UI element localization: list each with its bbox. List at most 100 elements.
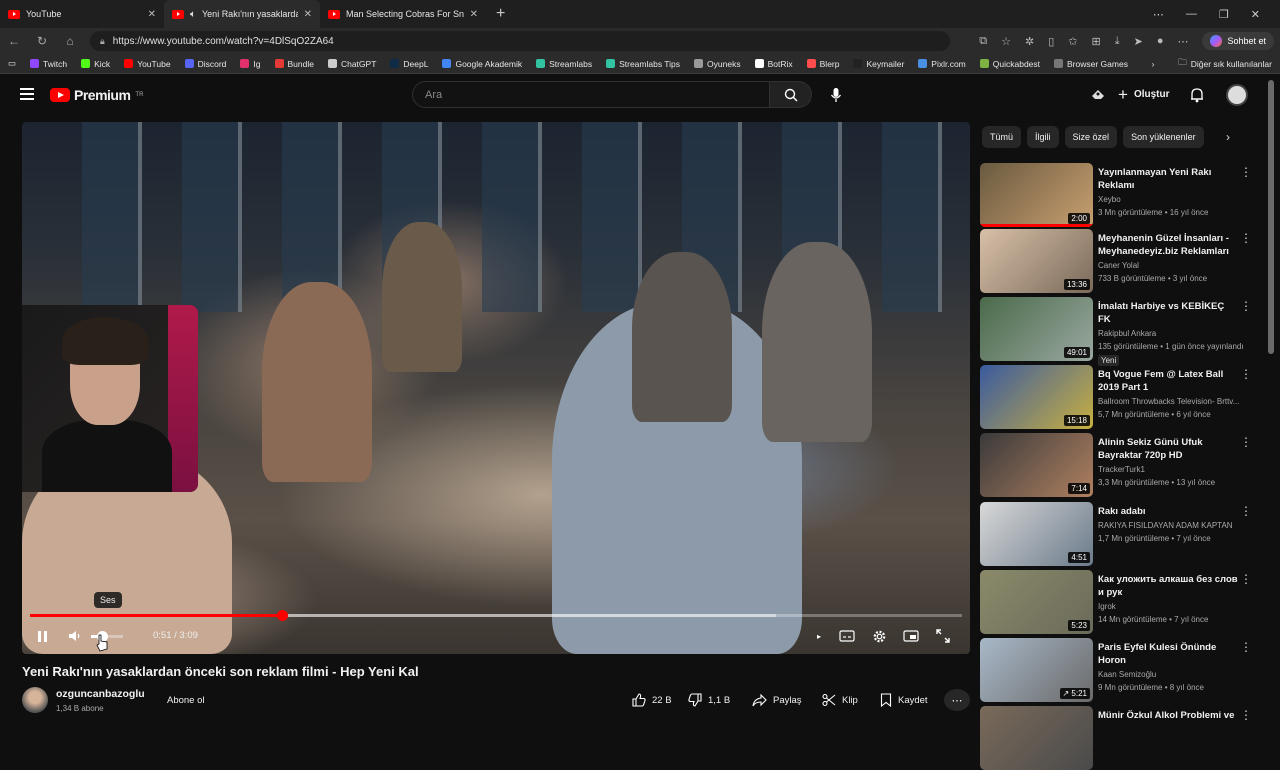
video-thumbnail[interactable] bbox=[980, 706, 1093, 770]
recommended-channel[interactable]: Xeybo bbox=[1098, 195, 1121, 204]
bookmark-botrix[interactable]: BotRix bbox=[754, 59, 793, 69]
notifications-button[interactable] bbox=[1190, 87, 1204, 108]
recommended-video-title[interactable]: Как уложить алкаша без слов и рук bbox=[1098, 573, 1238, 599]
chip-0[interactable]: Tümü bbox=[982, 126, 1022, 148]
recommended-video[interactable]: ↗ 5:21 Paris Eyfel Kulesi Önünde Horon Kaa… bbox=[980, 638, 1258, 702]
bookmark-google-akademik[interactable]: Google Akademik bbox=[442, 59, 522, 69]
recommended-video[interactable]: Münir Özkul Alkol Problemi ve ⋮ bbox=[980, 706, 1258, 770]
fullscreen-button[interactable] bbox=[934, 627, 952, 645]
url-field[interactable]: 🔒︎ https://www.youtube.com/watch?v=4DlSq… bbox=[90, 31, 950, 51]
bookmark-bundle[interactable]: Bundle bbox=[274, 59, 314, 69]
search-button[interactable] bbox=[770, 81, 812, 108]
bookmark-youtube[interactable]: YouTube bbox=[124, 59, 171, 69]
share-browser-icon[interactable]: ➤ bbox=[1134, 35, 1143, 48]
clip-button[interactable]: Klip bbox=[822, 689, 858, 711]
favorite-star-icon[interactable]: ☆ bbox=[1001, 35, 1011, 48]
bookmark-blerp[interactable]: Blerp bbox=[806, 59, 839, 69]
vertical-more-icon[interactable]: ⋮ bbox=[1240, 231, 1252, 245]
bookmark-streamlabs-tips[interactable]: Streamlabs Tips bbox=[606, 59, 680, 69]
close-window-icon[interactable]: ✕ bbox=[1251, 8, 1260, 21]
copilot-button[interactable]: Sohbet et bbox=[1202, 32, 1274, 50]
extension-icon[interactable]: ✲ bbox=[1025, 35, 1034, 48]
favorites-icon[interactable]: ✩ bbox=[1068, 35, 1077, 48]
bookmarks-overflow-icon[interactable]: › bbox=[1152, 59, 1155, 69]
close-tab-icon[interactable]: ✕ bbox=[470, 9, 478, 20]
bookmark-pixlr-com[interactable]: Pixlr.com bbox=[918, 59, 966, 69]
bookmark-discord[interactable]: Discord bbox=[184, 59, 226, 69]
recommended-channel[interactable]: Rakipbul Ankara bbox=[1098, 329, 1156, 338]
search-input[interactable]: Ara bbox=[412, 81, 770, 108]
sidebar-toggle-icon[interactable]: ▭ bbox=[8, 58, 16, 69]
video-thumbnail[interactable]: 49:01 bbox=[980, 297, 1093, 361]
progress-scrubber-handle[interactable] bbox=[276, 610, 288, 621]
video-thumbnail[interactable]: 13:36 bbox=[980, 229, 1093, 293]
subtitles-button[interactable] bbox=[838, 627, 856, 645]
recommended-video[interactable]: 15:18 Bq Vogue Fem @ Latex Ball 2019 Part… bbox=[980, 365, 1258, 429]
bookmark-chatgpt[interactable]: ChatGPT bbox=[327, 59, 376, 69]
vertical-more-icon[interactable]: ⋮ bbox=[1240, 367, 1252, 381]
speaker-icon[interactable]: 🔈︎ bbox=[190, 9, 196, 20]
bookmark-browser-games[interactable]: Browser Games bbox=[1054, 59, 1128, 69]
home-icon[interactable]: ⌂ bbox=[62, 34, 78, 48]
vertical-more-icon[interactable]: ⋮ bbox=[1240, 572, 1252, 586]
close-tab-icon[interactable]: ✕ bbox=[304, 9, 312, 20]
bookmark-oyuneks[interactable]: Oyuneks bbox=[694, 59, 741, 69]
recommended-channel[interactable]: Ballroom Throwbacks Television- Brttv... bbox=[1098, 397, 1239, 406]
share-button[interactable]: Paylaş bbox=[752, 689, 802, 711]
recommended-channel[interactable]: RAKIYA FISILDAYAN ADAM KAPTAN bbox=[1098, 521, 1233, 530]
recommended-video-title[interactable]: İmalatı Harbiye vs KEBİKEÇ FK bbox=[1098, 300, 1238, 326]
video-thumbnail[interactable]: 7:14 bbox=[980, 433, 1093, 497]
recommended-video-title[interactable]: Yayınlanmayan Yeni Rakı Reklamı bbox=[1098, 166, 1238, 192]
settings-button[interactable] bbox=[870, 627, 888, 645]
recommended-channel[interactable]: Kaan Semizoğlu bbox=[1098, 670, 1156, 679]
close-tab-icon[interactable]: ✕ bbox=[148, 9, 156, 20]
page-scrollbar[interactable] bbox=[1268, 80, 1274, 354]
refresh-icon[interactable]: ↻ bbox=[34, 34, 50, 48]
recommended-channel[interactable]: Caner Yolal bbox=[1098, 261, 1139, 270]
settings-more-icon[interactable]: ⋯ bbox=[1177, 35, 1188, 48]
youtube-logo[interactable]: Premium TR bbox=[50, 87, 143, 103]
recommended-video[interactable]: 13:36 Meyhanenin Güzel İnsanları - Meyhan… bbox=[980, 229, 1258, 293]
theater-mode-button[interactable] bbox=[902, 627, 920, 645]
bookmark-quickabdest[interactable]: Quickabdest bbox=[979, 59, 1040, 69]
read-aloud-icon[interactable]: ⧉ bbox=[979, 35, 987, 48]
pause-button[interactable] bbox=[34, 627, 50, 645]
video-thumbnail[interactable]: 5:23 bbox=[980, 570, 1093, 634]
user-avatar[interactable] bbox=[1226, 84, 1248, 106]
recommended-video-title[interactable]: Alinin Sekiz Günü Ufuk Bayraktar 720p HD bbox=[1098, 436, 1238, 462]
vertical-more-icon[interactable]: ⋮ bbox=[1240, 299, 1252, 313]
recommended-video-title[interactable]: Paris Eyfel Kulesi Önünde Horon bbox=[1098, 641, 1238, 667]
collections-icon[interactable]: ⊞ bbox=[1092, 35, 1101, 48]
minimize-icon[interactable]: — bbox=[1186, 8, 1197, 21]
chip-1[interactable]: İlgili bbox=[1027, 126, 1059, 148]
video-thumbnail[interactable]: ↗ 5:21 bbox=[980, 638, 1093, 702]
recommended-video-title[interactable]: Meyhanenin Güzel İnsanları - Meyhanedeyi… bbox=[1098, 232, 1238, 258]
cast-icon[interactable] bbox=[1090, 87, 1106, 103]
chip-2[interactable]: Size özel bbox=[1064, 126, 1118, 148]
browser-tab-current-video[interactable]: 🔈︎ Yeni Rakı'nın yasaklardan önceki ✕ bbox=[164, 0, 320, 28]
channel-avatar[interactable] bbox=[22, 687, 48, 713]
bookmark-streamlabs[interactable]: Streamlabs bbox=[536, 59, 592, 69]
create-button[interactable]: + Oluştur bbox=[1118, 86, 1170, 103]
dislike-button[interactable]: 1,1 B bbox=[688, 689, 730, 711]
recommended-video[interactable]: 4:51 Rakı adabı RAKIYA FISILDAYAN ADAM KAP… bbox=[980, 502, 1258, 566]
video-player[interactable] bbox=[22, 122, 970, 654]
browser-tab-cobras[interactable]: Man Selecting Cobras For Snake S ✕ bbox=[320, 0, 486, 28]
bookmark-keymailer[interactable]: Keymailer bbox=[853, 59, 904, 69]
maximize-icon[interactable]: ❐ bbox=[1219, 8, 1229, 21]
autoplay-toggle[interactable]: ▸ bbox=[812, 627, 826, 645]
video-thumbnail[interactable]: 2:00 bbox=[980, 163, 1093, 227]
bookmark-ig[interactable]: Ig bbox=[240, 59, 261, 69]
download-icon[interactable]: ⤓ bbox=[1115, 35, 1120, 48]
profile-icon[interactable]: ● bbox=[1157, 35, 1164, 47]
recommended-video[interactable]: 2:00 Yayınlanmayan Yeni Rakı Reklamı Xeybo… bbox=[980, 163, 1258, 227]
vertical-more-icon[interactable]: ⋮ bbox=[1240, 640, 1252, 654]
recommended-video[interactable]: 7:14 Alinin Sekiz Günü Ufuk Bayraktar 720… bbox=[980, 433, 1258, 497]
more-actions-button[interactable]: ⋯ bbox=[944, 689, 970, 711]
like-button[interactable]: 22 B bbox=[632, 689, 672, 711]
recommended-video[interactable]: 49:01 İmalatı Harbiye vs KEBİKEÇ FK Rakipb… bbox=[980, 297, 1258, 366]
progress-bar[interactable] bbox=[30, 610, 962, 621]
bookmark-twitch[interactable]: Twitch bbox=[30, 59, 67, 69]
new-tab-button[interactable]: + bbox=[486, 5, 515, 23]
more-icon[interactable]: ⋯ bbox=[1153, 8, 1164, 21]
